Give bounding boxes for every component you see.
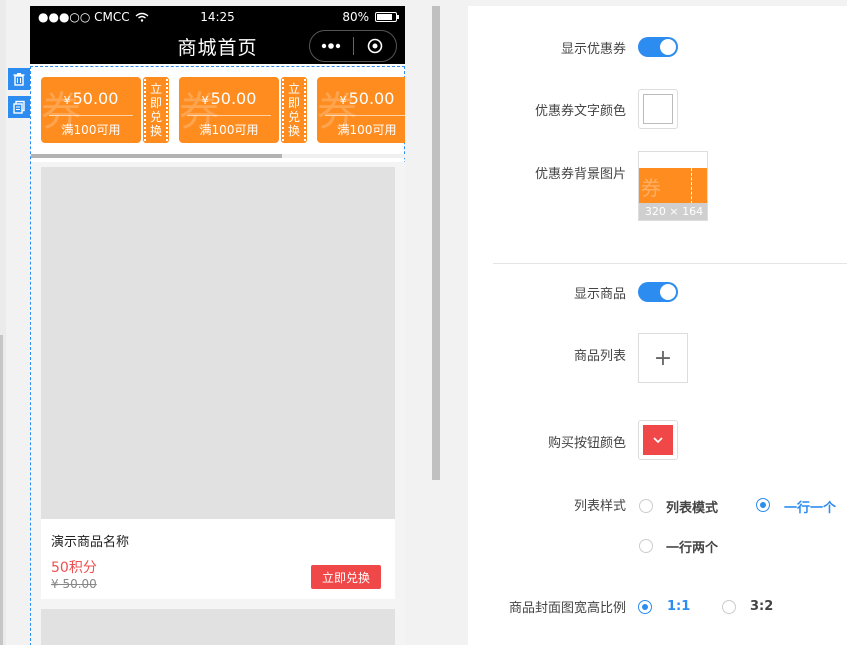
- coupon-text-color-label: 优惠券文字颜色: [534, 104, 626, 119]
- copy-button[interactable]: [8, 96, 30, 118]
- list-style-label: 列表样式: [573, 499, 626, 514]
- copy-icon: [13, 100, 25, 114]
- show-coupon-label: 显示优惠券: [560, 42, 626, 57]
- status-bar: ●●●○○ CMCC 14:25 80%: [30, 6, 405, 28]
- product-card[interactable]: 演示商品名称 50积分 ¥ 50.00 立即兑换: [41, 167, 395, 599]
- page-title: 商城首页: [177, 36, 258, 59]
- show-coupon-toggle[interactable]: [638, 37, 678, 57]
- redeem-button[interactable]: 立即兑换: [311, 565, 381, 589]
- coupon-condition: 满100可用: [199, 123, 259, 137]
- cover-ratio-1-1-radio[interactable]: [638, 600, 652, 614]
- coupon-amount: ¥50.00: [201, 89, 257, 108]
- goods-list-label: 商品列表: [573, 349, 626, 364]
- coupon-amount: ¥50.00: [63, 89, 119, 108]
- chevron-down-icon: [653, 437, 663, 443]
- more-dots-icon: [322, 43, 341, 49]
- product-points: 50积分: [51, 560, 97, 576]
- coupon-redeem-stub[interactable]: 立即兑换: [143, 77, 169, 143]
- cover-ratio-3-2-label[interactable]: 3:2: [750, 599, 773, 614]
- left-rail-scrollbar[interactable]: [0, 335, 3, 645]
- buy-button-color-picker[interactable]: [638, 420, 678, 460]
- add-goods-button[interactable]: +: [638, 333, 688, 383]
- coupon-redeem-stub[interactable]: 立即兑换: [281, 77, 307, 143]
- list-style-two-per-row-radio[interactable]: [639, 539, 653, 553]
- show-goods-toggle[interactable]: [638, 282, 678, 302]
- nav-bar: 商城首页: [30, 28, 405, 64]
- color-swatch: [643, 425, 673, 455]
- coupon-card[interactable]: 券 ¥50.00 满100可用 立即兑换: [317, 77, 405, 143]
- component-tools: [8, 68, 30, 124]
- status-time: 14:25: [200, 10, 235, 24]
- more-button[interactable]: [310, 31, 353, 61]
- list-style-list-radio[interactable]: [639, 499, 653, 513]
- list-style-one-per-row-radio[interactable]: [756, 498, 770, 512]
- close-miniprogram-button[interactable]: [354, 31, 397, 61]
- miniprogram-capsule: [309, 30, 397, 62]
- list-style-list-label[interactable]: 列表模式: [666, 497, 718, 516]
- cover-ratio-label: 商品封面图宽高比例: [508, 601, 626, 616]
- coupon-bg-thumbnail: 券: [639, 168, 707, 204]
- coupon-card[interactable]: 券 ¥50.00 满100可用 立即兑换: [179, 77, 307, 143]
- left-rail: [0, 0, 6, 645]
- show-goods-label: 显示商品: [573, 287, 626, 302]
- coupon-goods-component[interactable]: 券 ¥50.00 满100可用 立即兑换 券 ¥50.00 满100可用 立即兑: [30, 66, 405, 645]
- coupon-card[interactable]: 券 ¥50.00 满100可用 立即兑换: [41, 77, 169, 143]
- delete-button[interactable]: [8, 68, 30, 90]
- coupon-condition: 满100可用: [61, 123, 121, 137]
- coupon-condition: 满100可用: [337, 123, 397, 137]
- plus-icon: +: [653, 345, 673, 371]
- product-original-price: ¥ 50.00: [51, 577, 97, 591]
- coupon-bg-label: 优惠券背景图片: [534, 167, 626, 182]
- coupon-scroll-thumb[interactable]: [31, 154, 283, 158]
- trash-icon: [13, 73, 25, 86]
- buy-button-color-label: 购买按钮颜色: [547, 436, 626, 451]
- phone-preview: ●●●○○ CMCC 14:25 80% 商城首页 券 ¥50.00 满100可…: [30, 6, 405, 645]
- coupon-text-color-picker[interactable]: [638, 89, 678, 129]
- section-divider: [493, 263, 847, 264]
- coupon-list: 券 ¥50.00 满100可用 立即兑换 券 ¥50.00 满100可用 立即兑: [31, 77, 405, 145]
- product-image[interactable]: [41, 609, 395, 645]
- coupon-scrollbar[interactable]: [31, 154, 405, 158]
- cover-ratio-3-2-radio[interactable]: [722, 600, 736, 614]
- list-style-two-per-row-label[interactable]: 一行两个: [666, 537, 718, 556]
- product-image: [41, 167, 395, 519]
- coupon-amount: ¥50.00: [339, 89, 395, 108]
- target-icon: [367, 38, 383, 54]
- color-swatch: [643, 94, 673, 124]
- coupon-bg-image-picker[interactable]: 券 320 × 164: [638, 151, 708, 221]
- list-style-one-per-row-label[interactable]: 一行一个: [784, 497, 836, 516]
- preview-scrollbar[interactable]: [432, 6, 440, 480]
- cover-ratio-1-1-label[interactable]: 1:1: [667, 599, 690, 614]
- settings-panel: 显示优惠券 优惠券文字颜色 优惠券背景图片 券 320 × 164 显示商品 商…: [468, 6, 847, 645]
- battery-icon: [375, 12, 399, 22]
- image-size-label: 320 × 164: [639, 203, 707, 220]
- product-name: 演示商品名称: [51, 535, 130, 550]
